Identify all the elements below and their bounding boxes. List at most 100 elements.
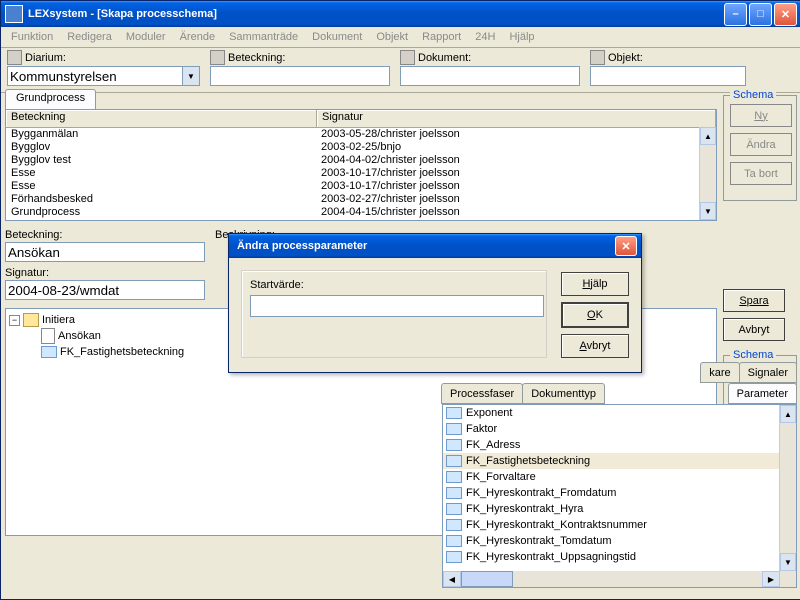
param-row[interactable]: Faktor [443,421,796,437]
param-icon [446,407,462,419]
param-icon [446,439,462,451]
tab-processfaser[interactable]: Processfaser [441,383,523,404]
tab-kare[interactable]: kare [700,362,739,383]
startvarde-label: Startvärde: [250,279,538,291]
param-scroll-left[interactable]: ◀ [443,571,461,587]
table-row[interactable]: Esse2003-10-17/christer joelsson [6,180,716,193]
startvarde-input[interactable] [250,295,544,317]
param-row[interactable]: FK_Hyreskontrakt_Fromdatum [443,485,796,501]
dokument-icon [400,50,415,65]
param-row[interactable]: FK_Hyreskontrakt_Uppsagningstid [443,549,796,565]
table-row[interactable]: Bygglov test2004-04-02/christer joelsson [6,154,716,167]
dialog-close-button[interactable]: ✕ [615,236,637,256]
window-title: LEXsystem - [Skapa processchema] [28,8,724,20]
param-scroll-right[interactable]: ▶ [762,571,780,587]
toolbar: Diarium: ▼ Beteckning: Dokument: Objekt: [1,48,800,93]
andra-button[interactable]: Ändra [730,133,792,156]
diarium-label: Diarium: [25,52,66,64]
menu-24h[interactable]: 24H [469,29,501,45]
param-icon [446,551,462,563]
param-row[interactable]: FK_Forvaltare [443,469,796,485]
table-row[interactable]: Förhandsbesked2003-02-27/christer joelss… [6,193,716,206]
menu-sammantrade[interactable]: Sammanträde [223,29,304,45]
param-scroll-down[interactable]: ▼ [780,553,796,571]
param-row[interactable]: FK_Hyreskontrakt_Kontraktsnummer [443,517,796,533]
minimize-button[interactable]: – [724,3,747,26]
objekt-label: Objekt: [608,52,643,64]
schema-group-title: Schema [730,89,776,101]
signatur-label: Signatur: [5,267,205,279]
maximize-button[interactable]: □ [749,3,772,26]
objekt-icon [590,50,605,65]
param-row[interactable]: FK_Hyreskontrakt_Hyra [443,501,796,517]
folder-icon [23,313,39,327]
dialog-andra-processparameter: Ändra processparameter ✕ Startvärde: Hjä… [228,233,642,373]
beteckning-icon [210,50,225,65]
ny-button[interactable]: Ny [730,104,792,127]
objekt-input[interactable] [590,66,746,86]
diarium-icon [7,50,22,65]
col-signatur[interactable]: Signatur [317,110,716,127]
tree-root[interactable]: Initiera [42,314,75,326]
menu-objekt[interactable]: Objekt [370,29,414,45]
diarium-dropdown[interactable]: ▼ [183,66,200,86]
tree-toggle[interactable]: − [9,315,20,326]
param-row[interactable]: FK_Adress [443,437,796,453]
param-scrollbar-v[interactable]: ▲ ▼ [779,405,796,587]
schema2-title: Schema [730,349,776,361]
menu-hjalp[interactable]: Hjälp [503,29,540,45]
tab-signaler[interactable]: Signaler [739,362,797,383]
table-row[interactable]: Bygglov2003-02-25/bnjo [6,141,716,154]
param-scrollbar-h[interactable]: ◀ ▶ [443,571,780,587]
signatur-input[interactable] [5,280,205,300]
scroll-corner [780,571,796,587]
tree-child-1[interactable]: FK_Fastighetsbeteckning [60,346,184,358]
tree-child-0[interactable]: Ansökan [58,330,101,342]
param-icon [446,519,462,531]
tab-parameter[interactable]: Parameter [728,383,797,404]
document-icon [41,328,55,344]
table-row[interactable]: Esse2003-10-17/christer joelsson [6,167,716,180]
dialog-hjalp-button[interactable]: Hjälp [561,272,629,296]
dialog-avbryt-button[interactable]: Avbryt [561,334,629,358]
param-row[interactable]: FK_Hyreskontrakt_Tomdatum [443,533,796,549]
param-row[interactable]: Exponent [443,405,796,421]
beteckning-toolbar-input[interactable] [210,66,390,86]
avbryt-button[interactable]: Avbryt [723,318,785,341]
param-scroll-up[interactable]: ▲ [780,405,796,423]
list-scrollbar[interactable]: ▲ ▼ [699,127,716,220]
scroll-down[interactable]: ▼ [700,202,716,220]
menu-dokument[interactable]: Dokument [306,29,368,45]
param-icon [446,455,462,467]
parameter-list[interactable]: ExponentFaktorFK_AdressFK_Fastighetsbete… [442,404,797,588]
beteckning-label: Beteckning: [5,229,205,241]
param-icon [446,487,462,499]
menu-redigera[interactable]: Redigera [61,29,118,45]
param-row[interactable]: FK_Fastighetsbeteckning [443,453,796,469]
menu-funktion[interactable]: Funktion [5,29,59,45]
process-listview[interactable]: Beteckning Signatur Bygganmälan2003-05-2… [5,109,717,221]
menu-rapport[interactable]: Rapport [416,29,467,45]
table-row[interactable]: Grundprocess2004-04-15/christer joelsson [6,206,716,219]
param-icon [446,471,462,483]
dialog-ok-button[interactable]: OK [561,302,629,328]
tab-grundprocess[interactable]: Grundprocess [5,89,96,109]
menu-arende[interactable]: Ärende [174,29,221,45]
dialog-title: Ändra processparameter [233,240,615,252]
scroll-up[interactable]: ▲ [700,127,716,145]
beteckning-input[interactable] [5,242,205,262]
menubar: Funktion Redigera Moduler Ärende Sammant… [1,27,800,48]
spara-button[interactable]: Spara [723,289,785,312]
menu-moduler[interactable]: Moduler [120,29,172,45]
dokument-input[interactable] [400,66,580,86]
diarium-input[interactable] [7,66,183,86]
close-button[interactable]: ✕ [774,3,797,26]
col-beteckning[interactable]: Beteckning [6,110,317,127]
main-titlebar: LEXsystem - [Skapa processchema] – □ ✕ [1,1,800,27]
table-row[interactable]: Bygganmälan2003-05-28/christer joelsson [6,128,716,141]
field-icon [41,346,57,358]
param-scroll-thumb[interactable] [461,571,513,587]
beteckning-toolbar-label: Beteckning: [228,52,285,64]
tab-dokumenttyp[interactable]: Dokumenttyp [522,383,605,404]
tabort-button[interactable]: Ta bort [730,162,792,185]
